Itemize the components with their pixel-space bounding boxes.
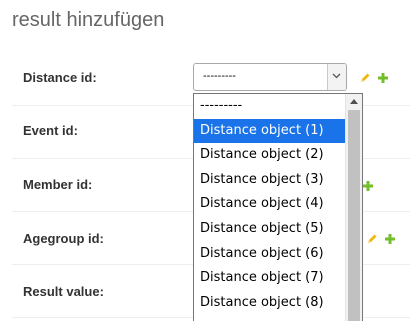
chevron-down-icon [332, 73, 341, 79]
dropdown-option[interactable]: Distance object (4) [194, 192, 345, 217]
result-value-label: Result value: [23, 284, 104, 299]
plus-icon[interactable] [377, 72, 389, 84]
event-id-label: Event id: [23, 123, 78, 138]
dropdown-option[interactable]: Distance object (5) [194, 217, 345, 242]
pencil-icon[interactable] [366, 233, 378, 245]
plus-icon[interactable] [384, 233, 396, 245]
arrow-up-icon [350, 99, 358, 104]
distance-id-label: Distance id: [23, 70, 97, 85]
agegroup-id-label: Agegroup id: [23, 231, 104, 246]
plus-icon[interactable] [362, 180, 374, 192]
dropdown-option-selected[interactable]: Distance object (1) [194, 118, 345, 144]
distance-select-value: --------- [203, 70, 236, 82]
dropdown-options: --------- Distance object (1) Distance o… [194, 94, 345, 315]
distance-select[interactable]: --------- [193, 63, 347, 91]
dropdown-option[interactable]: Distance object (3) [194, 168, 345, 193]
pencil-icon[interactable] [359, 72, 371, 84]
dropdown-scrollbar[interactable] [345, 94, 362, 321]
scroll-thumb[interactable] [348, 110, 360, 321]
dropdown-option[interactable]: Distance object (8) [194, 291, 345, 316]
dropdown-option[interactable]: Distance object (6) [194, 242, 345, 267]
member-id-label: Member id: [23, 177, 93, 192]
select-dropdown-button[interactable] [327, 64, 346, 90]
dropdown-option[interactable]: Distance object (2) [194, 143, 345, 168]
page-title: result hinzufügen [12, 9, 165, 31]
scroll-up-button[interactable] [346, 94, 362, 108]
dropdown-option[interactable]: Distance object (7) [194, 266, 345, 291]
dropdown-option[interactable]: --------- [194, 94, 345, 119]
distance-dropdown-list[interactable]: --------- Distance object (1) Distance o… [193, 93, 363, 321]
